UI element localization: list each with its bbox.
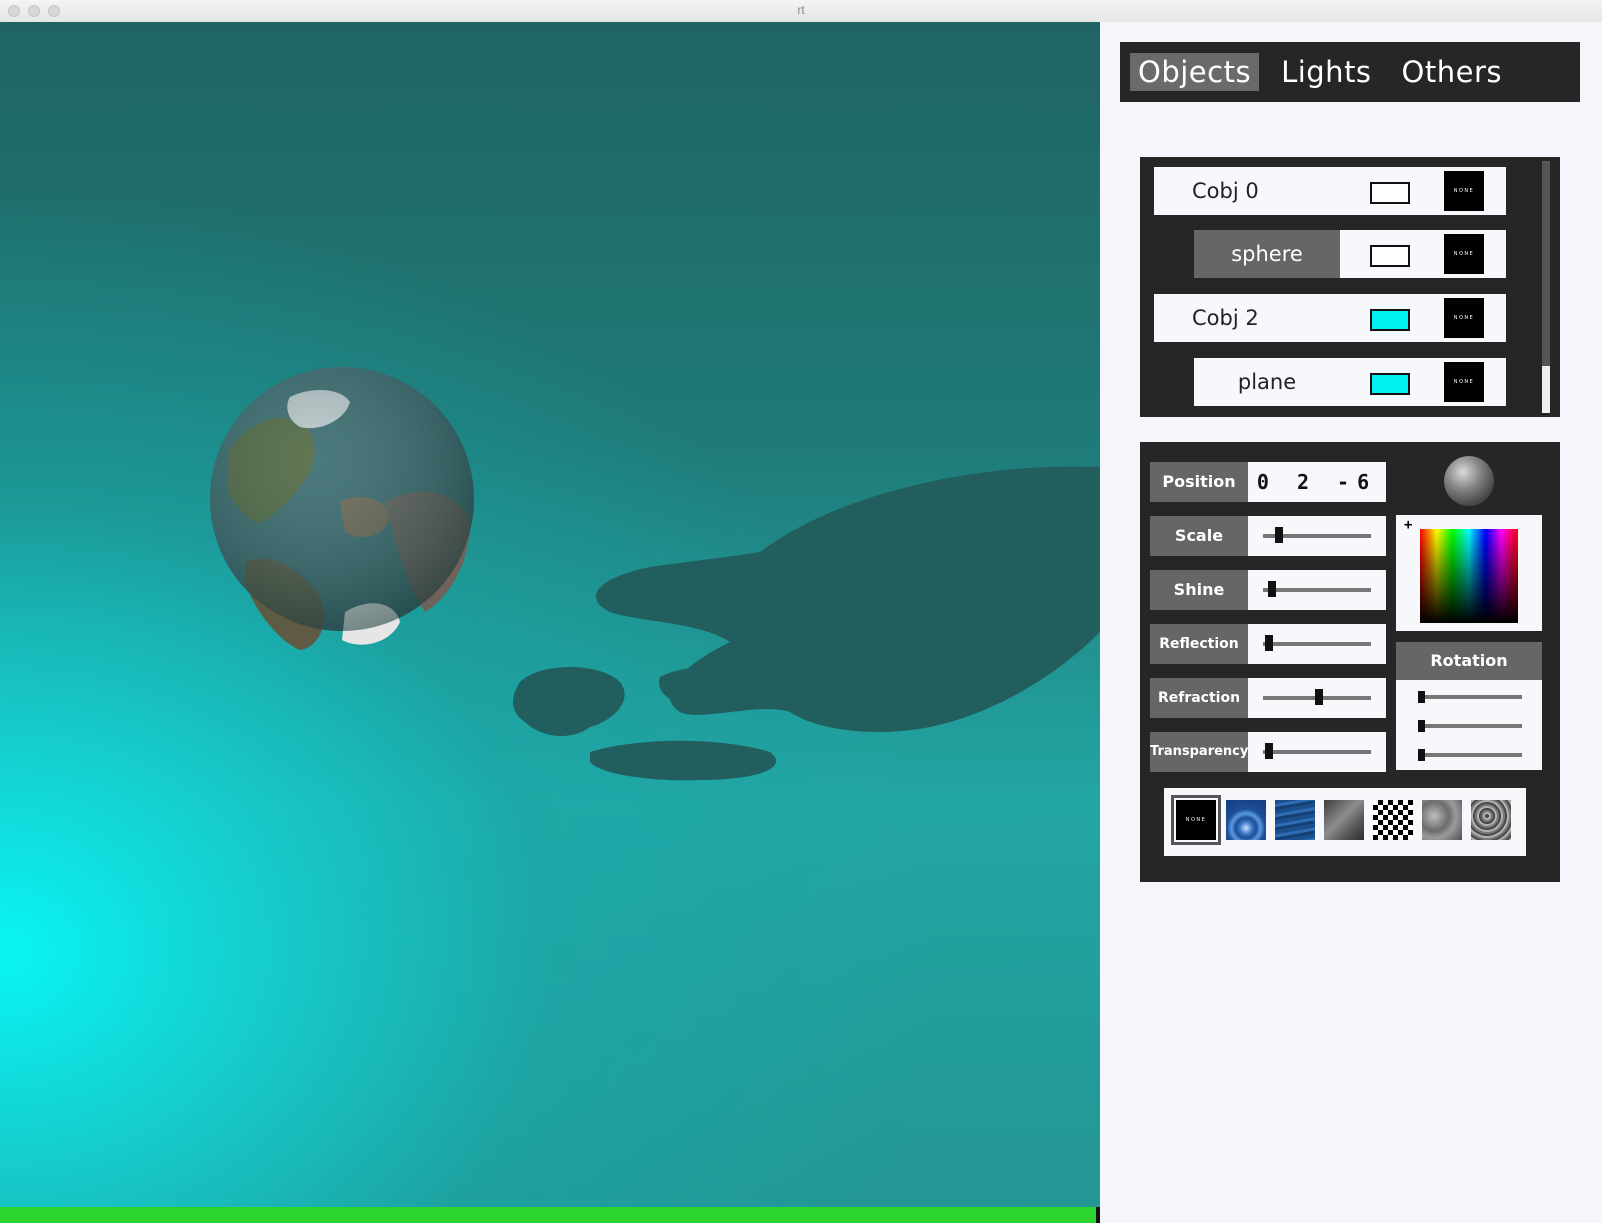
slider-track <box>1263 588 1371 592</box>
texture-water-ripple[interactable] <box>1226 800 1266 840</box>
material-preview-sphere <box>1444 456 1494 506</box>
tab-others[interactable]: Others <box>1394 53 1510 91</box>
object-list: Cobj 0 NONE sphere NONE Cobj 2 NONE plan… <box>1140 157 1560 417</box>
refraction-slider[interactable] <box>1248 678 1386 718</box>
tab-lights[interactable]: Lights <box>1273 53 1379 91</box>
object-label: sphere <box>1194 230 1340 278</box>
position-field[interactable]: 0 2 -6 <box>1248 462 1386 502</box>
texture-metal[interactable] <box>1324 800 1364 840</box>
editor-panel: Objects Lights Others Cobj 0 NONE sphere… <box>1100 22 1602 1223</box>
rotation-x-handle[interactable] <box>1418 691 1425 703</box>
rotation-y-handle[interactable] <box>1418 720 1425 732</box>
object-color-swatch[interactable] <box>1370 373 1410 395</box>
world-shadow <box>513 466 1100 781</box>
rotation-sliders <box>1396 680 1542 770</box>
slider-track <box>1263 750 1371 754</box>
rotation-z-track[interactable] <box>1418 753 1522 757</box>
rotation-y-track[interactable] <box>1418 724 1522 728</box>
object-label: plane <box>1237 370 1297 394</box>
texture-picker: NONE <box>1164 788 1526 856</box>
slider-track <box>1263 642 1371 646</box>
scale-slider[interactable] <box>1248 516 1386 556</box>
color-picker[interactable]: + <box>1396 515 1542 631</box>
color-spectrum[interactable] <box>1420 529 1518 623</box>
object-texture-none[interactable]: NONE <box>1444 362 1484 402</box>
scale-label: Scale <box>1150 516 1248 556</box>
object-row-cobj2[interactable]: Cobj 2 NONE <box>1154 294 1506 342</box>
texture-water-waves[interactable] <box>1275 800 1315 840</box>
object-label: Cobj 2 <box>1192 306 1259 330</box>
texture-marble-noise[interactable] <box>1471 800 1511 840</box>
window-title: rt <box>797 3 805 17</box>
slider-handle[interactable] <box>1265 743 1273 759</box>
object-color-swatch[interactable] <box>1370 182 1410 204</box>
object-row-plane[interactable]: plane NONE <box>1194 358 1506 406</box>
transparency-label: Transparency <box>1150 732 1248 772</box>
object-texture-none[interactable]: NONE <box>1444 234 1484 274</box>
picker-cursor: + <box>1404 517 1413 533</box>
rotation-x-track[interactable] <box>1418 695 1522 699</box>
reflection-slider[interactable] <box>1248 624 1386 664</box>
slider-handle[interactable] <box>1275 527 1283 543</box>
object-texture-none[interactable]: NONE <box>1444 171 1484 211</box>
object-properties: Position 0 2 -6 Scale Shine Reflection R… <box>1140 442 1560 882</box>
window-titlebar: rt <box>0 0 1602 23</box>
object-list-scrollbar[interactable] <box>1542 161 1550 413</box>
object-row-sphere[interactable]: sphere NONE <box>1194 230 1506 278</box>
transparency-slider[interactable] <box>1248 732 1386 772</box>
texture-none[interactable]: NONE <box>1171 795 1221 845</box>
object-list-scroll-thumb[interactable] <box>1542 161 1550 366</box>
texture-checkerboard[interactable] <box>1373 800 1413 840</box>
texture-perlin-noise[interactable] <box>1422 800 1462 840</box>
object-color-swatch[interactable] <box>1370 245 1410 267</box>
render-progress-bar <box>0 1207 1096 1223</box>
refraction-label: Refraction <box>1150 678 1248 718</box>
slider-handle[interactable] <box>1265 635 1273 651</box>
shine-label: Shine <box>1150 570 1248 610</box>
reflection-label: Reflection <box>1150 624 1248 664</box>
object-color-swatch[interactable] <box>1370 309 1410 331</box>
shine-slider[interactable] <box>1248 570 1386 610</box>
position-value: 0 2 -6 <box>1256 470 1378 494</box>
object-row-cobj0[interactable]: Cobj 0 NONE <box>1154 167 1506 215</box>
rotation-header: Rotation <box>1396 642 1542 680</box>
slider-handle[interactable] <box>1315 689 1323 705</box>
position-label: Position <box>1150 462 1248 502</box>
render-viewport[interactable] <box>0 22 1100 1223</box>
object-label: Cobj 0 <box>1192 179 1259 203</box>
earth-sphere <box>210 367 474 650</box>
object-texture-none[interactable]: NONE <box>1444 298 1484 338</box>
tab-bar: Objects Lights Others <box>1120 42 1580 102</box>
scene-render <box>210 367 1100 781</box>
rotation-z-handle[interactable] <box>1418 749 1425 761</box>
slider-handle[interactable] <box>1268 581 1276 597</box>
tab-objects[interactable]: Objects <box>1130 53 1260 91</box>
